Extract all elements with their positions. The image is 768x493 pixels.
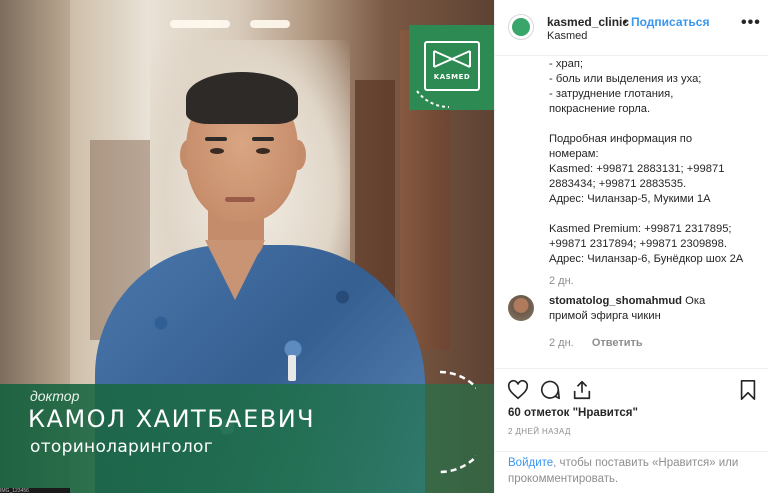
- more-options-icon[interactable]: •••: [741, 14, 761, 32]
- post-actions: 60 отметок "Нравится" 2 ДНЕЙ НАЗАД Войди…: [495, 368, 768, 493]
- reply-button[interactable]: Ответить: [592, 337, 643, 349]
- doctor-name: КАМОЛ ХАИТБАЕВИЧ: [28, 405, 316, 433]
- doctor-specialty: оториноларинголог: [30, 437, 213, 457]
- post-side-panel: kasmed_clinic • Подписаться Kasmed ••• -…: [494, 0, 768, 493]
- post-header: kasmed_clinic • Подписаться Kasmed •••: [495, 0, 768, 56]
- logo-arc-icon: [416, 90, 450, 108]
- login-prompt-line2: прокомментировать.: [508, 473, 619, 485]
- doctor-eye: [256, 148, 270, 154]
- likes-count[interactable]: 60 отметок "Нравится": [508, 407, 638, 419]
- login-prompt: Войдите, чтобы поставить «Нравится» или: [508, 457, 738, 469]
- photo-ceiling-light: [250, 20, 290, 28]
- caption-arc-icon: [439, 370, 476, 474]
- caption-timestamp[interactable]: 2 дн.: [549, 275, 574, 287]
- image-id-strip: IMG_123456: [0, 488, 70, 493]
- caption-line: Kasmed Premium: +99871 2317895;: [549, 223, 732, 235]
- caption-line: +99871 2317894; +99871 2309898.: [549, 238, 727, 250]
- caption-line: номерам:: [549, 148, 599, 160]
- caption-line: Kasmed: +99871 2883131; +99871: [549, 163, 725, 175]
- commenter-username[interactable]: stomatolog_shomahmud: [549, 295, 682, 307]
- doctor-role: доктор: [30, 388, 80, 404]
- heart-icon[interactable]: [507, 379, 529, 401]
- follow-button[interactable]: Подписаться: [631, 15, 709, 29]
- account-avatar[interactable]: [508, 14, 534, 40]
- caption-line: Адрес: Чиланзар-5, Мукими 1А: [549, 193, 711, 205]
- comment-text: Ока: [685, 295, 706, 307]
- comment-line: stomatolog_shomahmud Ока: [549, 295, 705, 307]
- caption-line: - затруднение глотания,: [549, 88, 674, 100]
- kasmed-logo: KASMED: [409, 25, 494, 110]
- account-avatar-logo: [512, 18, 530, 36]
- doctor-hair: [186, 72, 298, 124]
- caption-line: - храп;: [549, 58, 584, 70]
- comments-area[interactable]: - храп; - боль или выделения из уха; - з…: [495, 57, 768, 367]
- doctor-brow: [252, 137, 274, 141]
- account-username[interactable]: kasmed_clinic: [547, 15, 629, 29]
- caption-line: - боль или выделения из уха;: [549, 73, 702, 85]
- post-location[interactable]: Kasmed: [547, 30, 587, 42]
- caption-line: Адрес: Чиланзар-6, Бунёдкор шох 2А: [549, 253, 744, 265]
- photo-ceiling-light: [170, 20, 230, 28]
- login-prompt-text: , чтобы поставить «Нравится» или: [553, 457, 739, 469]
- comment-meta: 2 дн. Ответить: [549, 337, 643, 349]
- doctor-pen: [288, 355, 296, 381]
- caption-line: покраснение горла.: [549, 103, 651, 115]
- doctor-brow: [205, 137, 227, 141]
- image-id-text: IMG_123456: [0, 488, 29, 493]
- comment-timestamp[interactable]: 2 дн.: [549, 337, 574, 349]
- doctor-mouth: [225, 197, 255, 202]
- header-separator: •: [623, 15, 628, 29]
- comment-icon[interactable]: [539, 379, 561, 401]
- share-icon[interactable]: [571, 379, 593, 401]
- comment-text-line2: примой эфирга чикин: [549, 310, 661, 322]
- divider: [495, 451, 768, 452]
- caption-line: 2883434; +99871 2883535.: [549, 178, 687, 190]
- post-date[interactable]: 2 ДНЕЙ НАЗАД: [508, 427, 571, 436]
- bookmark-icon[interactable]: [737, 379, 759, 401]
- commenter-avatar[interactable]: [508, 295, 534, 321]
- caption-line: Подробная информация по: [549, 133, 693, 145]
- post-photo[interactable]: KASMED доктор КАМОЛ ХАИТБАЕВИЧ оторинола…: [0, 0, 494, 493]
- doctor-eye: [210, 148, 224, 154]
- login-link[interactable]: Войдите: [508, 457, 553, 469]
